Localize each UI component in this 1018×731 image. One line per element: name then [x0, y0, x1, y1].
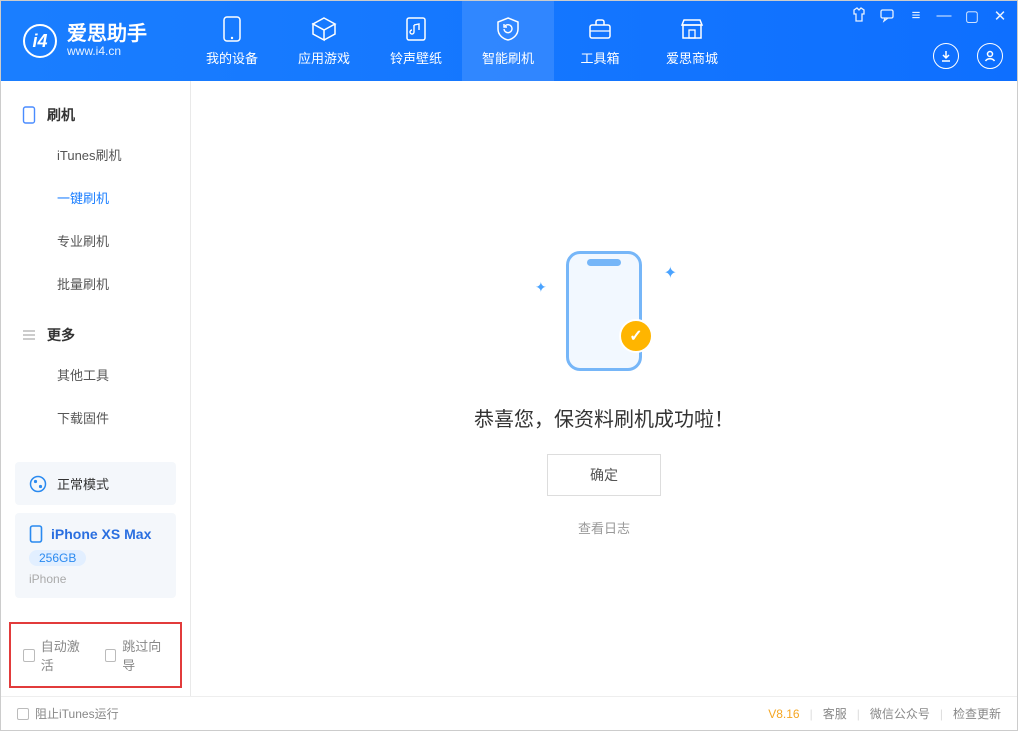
footer-left: 阻止iTunes运行	[17, 705, 119, 722]
sidebar-item-other-tools[interactable]: 其他工具	[1, 353, 190, 396]
nav-label: 智能刷机	[482, 48, 534, 67]
menu-icon[interactable]: ≡	[907, 7, 925, 25]
shield-refresh-icon	[495, 16, 521, 42]
header-actions	[933, 43, 1003, 69]
app-header: i4 爱思助手 www.i4.cn 我的设备 应用游戏 铃声壁纸	[1, 1, 1017, 81]
phone-outline-icon	[566, 251, 642, 371]
main-content: ✦ ✦ ✦ ✓ 恭喜您，保资料刷机成功啦！ 确定 查看日志	[191, 81, 1017, 696]
sidebar-item-onekey-flash[interactable]: 一键刷机	[1, 176, 190, 219]
toolbox-icon	[587, 16, 613, 42]
app-name: 爱思助手	[67, 24, 147, 44]
sidebar-group-label: 更多	[47, 325, 75, 345]
sidebar: 刷机 iTunes刷机 一键刷机 专业刷机 批量刷机 更多 其他工具 下载固件 …	[1, 81, 191, 696]
device-name: iPhone XS Max	[51, 526, 151, 542]
window-controls: ≡ — ▢ ✕	[851, 7, 1009, 25]
sidebar-scroll: 刷机 iTunes刷机 一键刷机 专业刷机 批量刷机 更多 其他工具 下载固件 …	[1, 81, 190, 452]
sparkle-icon: ✦	[664, 263, 677, 283]
close-icon[interactable]: ✕	[991, 7, 1009, 25]
nav-label: 应用游戏	[298, 48, 350, 67]
checkbox-block-itunes[interactable]: 阻止iTunes运行	[17, 705, 119, 722]
maximize-icon[interactable]: ▢	[963, 7, 981, 25]
separator: |	[940, 707, 943, 721]
status-label: 正常模式	[57, 474, 109, 493]
status-card[interactable]: 正常模式	[15, 462, 176, 505]
highlight-box: 自动激活 跳过向导	[9, 622, 182, 688]
device-phone-icon	[29, 525, 43, 543]
cube-icon	[311, 16, 337, 42]
ok-button[interactable]: 确定	[547, 454, 661, 496]
nav-store[interactable]: 爱思商城	[646, 1, 738, 81]
sidebar-group-label: 刷机	[47, 105, 75, 125]
checkbox-label: 阻止iTunes运行	[35, 705, 119, 722]
sparkle-icon: ✦	[535, 279, 547, 296]
success-illustration: ✦ ✦ ✦ ✓	[529, 241, 679, 381]
nav-flash[interactable]: 智能刷机	[462, 1, 554, 81]
footer-right: V8.16 | 客服 | 微信公众号 | 检查更新	[768, 705, 1001, 722]
nav-toolbox[interactable]: 工具箱	[554, 1, 646, 81]
version-label: V8.16	[768, 707, 799, 721]
checkbox-auto-activate[interactable]: 自动激活	[23, 636, 87, 674]
checkbox-icon	[105, 649, 117, 662]
separator: |	[857, 707, 860, 721]
checkbox-label: 自动激活	[41, 636, 87, 674]
separator: |	[810, 707, 813, 721]
device-storage-badge: 256GB	[29, 550, 86, 566]
main-nav: 我的设备 应用游戏 铃声壁纸 智能刷机 工具箱	[186, 1, 738, 81]
app-url: www.i4.cn	[67, 44, 147, 58]
nav-label: 工具箱	[580, 48, 619, 67]
check-update-link[interactable]: 检查更新	[953, 705, 1001, 722]
checkbox-icon	[17, 708, 29, 720]
skin-icon[interactable]	[851, 7, 869, 25]
nav-label: 铃声壁纸	[390, 48, 442, 67]
nav-my-device[interactable]: 我的设备	[186, 1, 278, 81]
sidebar-group-more: 更多	[1, 315, 190, 353]
nav-ringtones-wallpapers[interactable]: 铃声壁纸	[370, 1, 462, 81]
checkbox-icon	[23, 649, 35, 662]
logo-text: 爱思助手 www.i4.cn	[67, 24, 147, 58]
sidebar-item-advanced[interactable]: 高级功能	[1, 439, 190, 452]
nav-label: 爱思商城	[666, 48, 718, 67]
device-type: iPhone	[29, 572, 66, 586]
nav-label: 我的设备	[206, 48, 258, 67]
sidebar-item-batch-flash[interactable]: 批量刷机	[1, 262, 190, 305]
success-message: 恭喜您，保资料刷机成功啦！	[474, 403, 734, 432]
phone-icon	[21, 107, 37, 123]
check-circle-icon: ✓	[619, 319, 653, 353]
wechat-link[interactable]: 微信公众号	[870, 705, 930, 722]
device-card[interactable]: iPhone XS Max 256GB iPhone	[15, 513, 176, 598]
device-icon	[219, 16, 245, 42]
status-icon	[29, 475, 47, 493]
music-file-icon	[403, 16, 429, 42]
sidebar-item-download-firmware[interactable]: 下载固件	[1, 396, 190, 439]
sidebar-group-flash: 刷机	[1, 95, 190, 133]
nav-apps-games[interactable]: 应用游戏	[278, 1, 370, 81]
logo: i4 爱思助手 www.i4.cn	[1, 24, 186, 58]
app-body: 刷机 iTunes刷机 一键刷机 专业刷机 批量刷机 更多 其他工具 下载固件 …	[1, 81, 1017, 696]
view-log-link[interactable]: 查看日志	[578, 518, 630, 537]
download-icon[interactable]	[933, 43, 959, 69]
support-link[interactable]: 客服	[823, 705, 847, 722]
list-icon	[21, 327, 37, 343]
checkbox-label: 跳过向导	[122, 636, 168, 674]
sidebar-item-itunes-flash[interactable]: iTunes刷机	[1, 133, 190, 176]
checkbox-skip-guide[interactable]: 跳过向导	[105, 636, 169, 674]
logo-icon: i4	[23, 24, 57, 58]
feedback-icon[interactable]	[879, 7, 897, 25]
store-icon	[679, 16, 705, 42]
user-icon[interactable]	[977, 43, 1003, 69]
footer: 阻止iTunes运行 V8.16 | 客服 | 微信公众号 | 检查更新	[1, 696, 1017, 730]
sidebar-bottom: 正常模式 iPhone XS Max 256GB iPhone	[1, 452, 190, 616]
minimize-icon[interactable]: —	[935, 7, 953, 25]
sidebar-item-pro-flash[interactable]: 专业刷机	[1, 219, 190, 262]
